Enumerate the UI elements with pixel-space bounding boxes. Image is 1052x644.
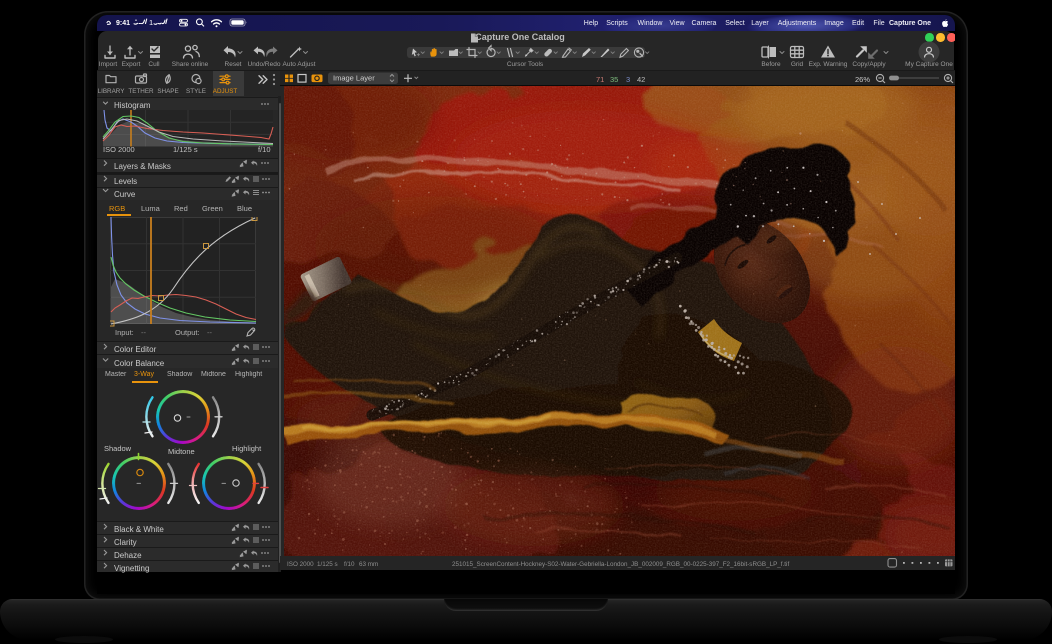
svg-text:Image Layer: Image Layer (333, 74, 375, 83)
